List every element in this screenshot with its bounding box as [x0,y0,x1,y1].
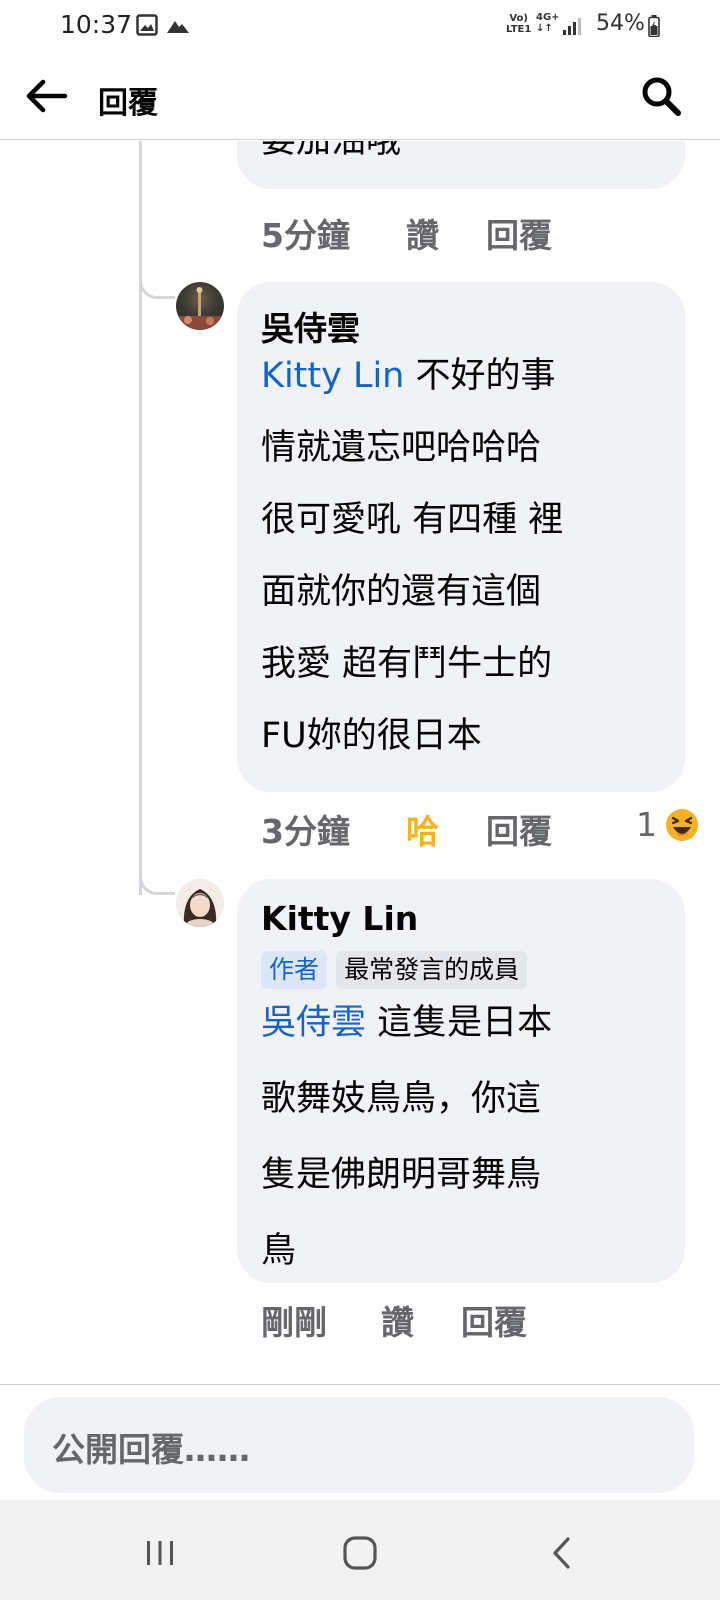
battery-charging-icon [648,15,660,37]
back-nav-button[interactable] [532,1530,592,1576]
haha-reaction-button[interactable]: 哈 [406,805,439,853]
comment-text: 要加油哦 [261,141,402,161]
reply-button[interactable]: 回覆 [486,209,552,257]
status-bar: 10:37 Vo) LTE1 4G+ ↓↑ 54% [0,0,720,52]
badge-row: 作者 最常發言的成員 [261,951,528,989]
network-type: 4G+ ↓↑ [536,12,560,34]
avatar-photo [176,287,224,330]
page-title: 回覆 [98,86,158,121]
comment-author[interactable]: Kitty Lin [261,899,418,938]
reply-input[interactable]: 公開回覆…… [24,1397,694,1493]
recent-apps-icon [147,1541,173,1565]
reply-thread: 要加油哦 5分鐘 讚 回覆 吳侍雲 Kitty Lin 不好的事 情就遺忘吧哈哈… [0,141,720,1384]
app-header: 回覆 [0,52,720,140]
like-button[interactable]: 讚 [381,1296,414,1344]
thread-connector-line [139,141,142,895]
gallery-notification-icon [136,14,158,36]
mention-link[interactable]: 吳侍雲 [261,1003,366,1043]
signal-strength-icon [563,18,581,35]
home-icon [343,1536,377,1570]
comment-bubble[interactable]: Kitty Lin 作者 最常發言的成員 吳侍雲 這隻是日本 歌舞妓鳥鳥，你這 … [237,879,685,1283]
search-button[interactable] [636,72,686,120]
comment-actions: 5分鐘 讚 回覆 [261,209,681,255]
comment-line: 鳥 [261,1231,297,1271]
comment-line: 我愛 超有鬥牛士的 [261,644,553,684]
avatar[interactable] [176,879,224,927]
avatar[interactable] [176,282,224,330]
comment-time[interactable]: 3分鐘 [261,805,350,853]
thread-branch [139,873,175,895]
author-badge: 作者 [261,951,328,989]
like-button[interactable]: 讚 [406,209,439,257]
comment-line: Kitty Lin 不好的事 [261,356,556,396]
reply-button[interactable]: 回覆 [461,1296,527,1344]
mention-link[interactable]: Kitty Lin [261,356,404,396]
haha-emoji-icon[interactable] [665,808,699,842]
comment-body: 吳侍雲 這隻是日本 歌舞妓鳥鳥，你這 隻是佛朗明哥舞鳥 鳥 [261,985,681,1289]
comment-bubble[interactable]: 吳侍雲 Kitty Lin 不好的事 情就遺忘吧哈哈哈 很可愛吼 有四種 裡 面… [237,282,685,792]
status-time: 10:37 [60,10,133,39]
reaction-count[interactable]: 1 [636,805,657,844]
avatar-photo [183,889,217,927]
top-contributor-badge: 最常發言的成員 [336,951,528,989]
comment-line: FU妳的很日本 [261,716,482,756]
comment-line: 面就你的還有這個 [261,572,542,612]
reply-button[interactable]: 回覆 [486,805,552,853]
reply-composer: 公開回覆…… [0,1384,720,1500]
comment-line: 吳侍雲 這隻是日本 [261,1003,553,1043]
system-navigation-bar [0,1500,720,1600]
comment-line: 隻是佛朗明哥舞鳥 [261,1155,542,1195]
comment-line: 歌舞妓鳥鳥，你這 [261,1079,542,1119]
arrow-left-icon [26,79,68,113]
back-button[interactable] [20,72,72,120]
comment-actions: 3分鐘 哈 回覆 [261,805,701,851]
home-button[interactable] [330,1530,390,1576]
comment-body: Kitty Lin 不好的事 情就遺忘吧哈哈哈 很可愛吼 有四種 裡 面就你的還… [261,340,681,772]
comment-line: 情就遺忘吧哈哈哈 [261,428,542,468]
comment-line: 很可愛吼 有四種 裡 [261,500,564,540]
mountain-notification-icon [167,21,189,33]
reply-placeholder: 公開回覆…… [52,1430,250,1469]
volte-indicator: Vo) LTE1 [506,13,532,35]
battery-percent: 54% [596,11,645,36]
back-chevron-icon [553,1537,570,1569]
recent-apps-button[interactable] [130,1530,190,1576]
thread-branch [139,277,175,299]
comment-actions: 剛剛 讚 回覆 [261,1296,681,1342]
search-icon [642,77,681,116]
comment-time[interactable]: 剛剛 [261,1296,327,1344]
comment-bubble[interactable]: 要加油哦 [237,141,685,189]
comment-time[interactable]: 5分鐘 [261,209,350,257]
